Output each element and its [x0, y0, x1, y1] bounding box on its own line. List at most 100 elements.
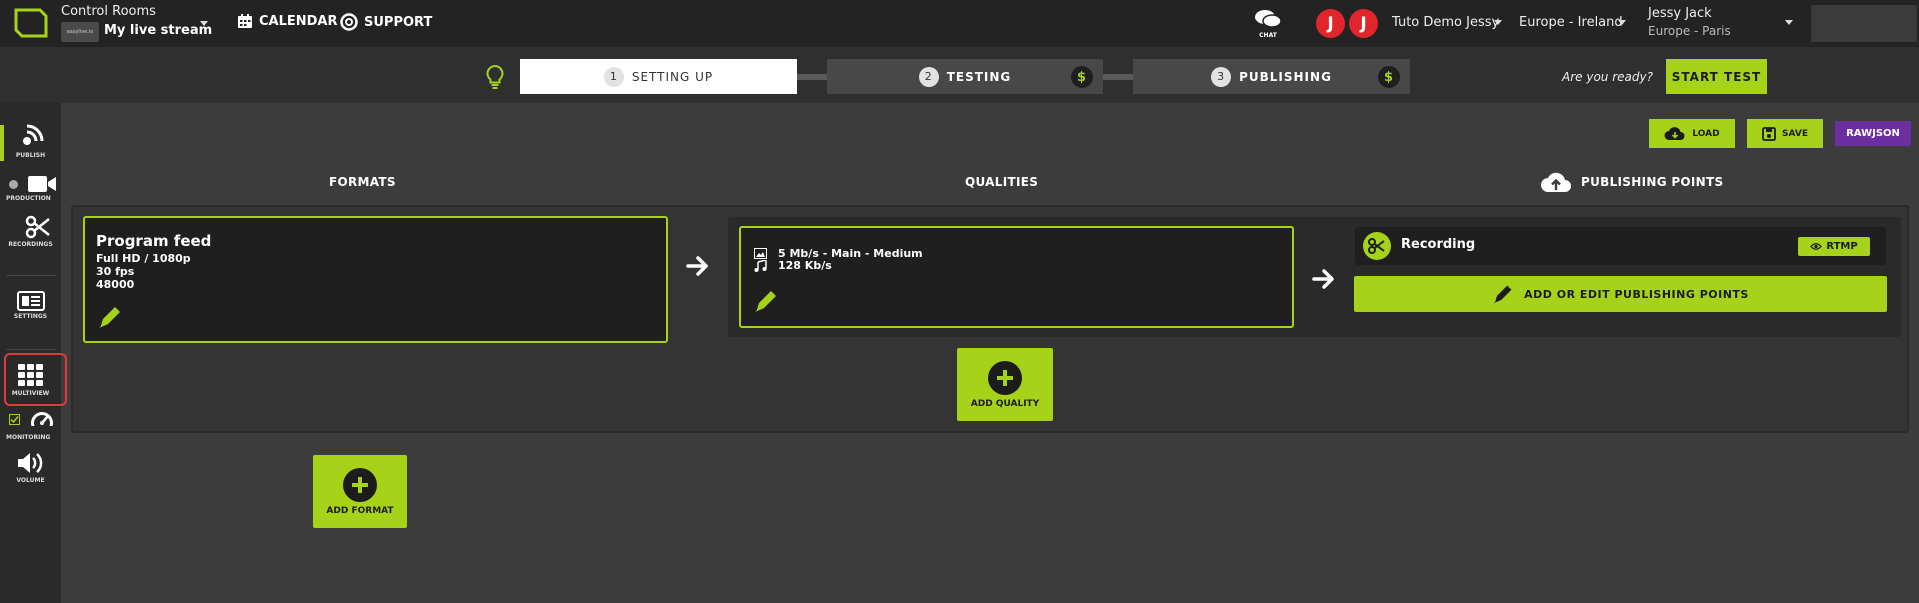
sidebar-item-label: MONITORING: [6, 434, 51, 441]
publishing-points-heading: PUBLISHING POINTS: [1581, 175, 1724, 189]
sidebar-item-label: PRODUCTION: [6, 195, 51, 202]
settings-panel-icon: [16, 291, 45, 311]
quality-card[interactable]: 5 Mb/s - Main - Medium 128 Kb/s: [739, 226, 1294, 328]
step-publishing[interactable]: 3 PUBLISHING $: [1133, 59, 1410, 94]
scissors-icon: [25, 215, 50, 239]
format-title: Program feed: [96, 232, 212, 250]
eye-icon: [1810, 243, 1823, 250]
arrow-right-icon: [686, 256, 708, 276]
stream-caret-icon[interactable]: [200, 21, 208, 26]
add-edit-label: ADD OR EDIT PUBLISHING POINTS: [1524, 287, 1749, 301]
rawjson-button[interactable]: RAWJSON: [1835, 121, 1911, 146]
user-location: Europe - Paris: [1648, 24, 1731, 38]
avatar[interactable]: J: [1316, 9, 1345, 38]
step-label: SETTING UP: [631, 69, 714, 84]
floppy-icon: [1762, 126, 1776, 141]
plus-icon: [343, 468, 377, 502]
status-dot: [9, 180, 18, 189]
add-quality-button[interactable]: ADD QUALITY: [957, 348, 1053, 421]
gauge-icon: [30, 412, 54, 434]
step-label: PUBLISHING: [1239, 69, 1332, 84]
broadcast-icon: [22, 124, 43, 145]
quality-audio: 128 Kb/s: [778, 259, 832, 272]
sidebar-item-recordings[interactable]: RECORDINGS: [0, 215, 61, 248]
volume-icon: [17, 453, 42, 473]
add-quality-label: ADD QUALITY: [970, 399, 1040, 409]
ready-prompt: Are you ready?: [1562, 70, 1653, 84]
chat-label: CHAT: [1259, 32, 1277, 39]
app-title: Control Rooms: [61, 4, 156, 19]
rtmp-badge[interactable]: RTMP: [1798, 237, 1870, 256]
region-selector[interactable]: Europe - Ireland: [1519, 15, 1623, 30]
edit-pencil-icon: [1493, 285, 1512, 304]
format-sample-rate: 48000: [96, 278, 135, 291]
stream-selector[interactable]: My live stream: [104, 23, 212, 38]
add-format-label: ADD FORMAT: [326, 506, 394, 516]
format-card[interactable]: Program feed Full HD / 1080p 30 fps 4800…: [83, 216, 668, 343]
load-button[interactable]: LOAD: [1649, 119, 1735, 148]
user-name[interactable]: Jessy Jack: [1648, 6, 1712, 21]
plus-icon: [988, 361, 1022, 395]
account-menu[interactable]: [1811, 5, 1917, 42]
chat-button[interactable]: CHAT: [1253, 8, 1283, 39]
qualities-heading: QUALITIES: [965, 175, 1039, 189]
sidebar-item-label: PUBLISH: [15, 152, 46, 159]
sidebar-item-volume[interactable]: VOLUME: [0, 451, 61, 484]
cloud-upload-icon: [1541, 172, 1571, 192]
support-label: SUPPORT: [364, 14, 433, 30]
publishing-point-row[interactable]: Recording RTMP: [1355, 227, 1886, 265]
edit-pencil-icon[interactable]: [753, 288, 779, 314]
calendar-link[interactable]: CALENDAR: [237, 13, 338, 29]
sidebar-item-label: RECORDINGS: [8, 241, 53, 248]
calendar-label: CALENDAR: [259, 13, 338, 29]
sidebar-item-production[interactable]: PRODUCTION: [0, 173, 61, 202]
avatar[interactable]: J: [1349, 9, 1378, 38]
edit-pencil-icon[interactable]: [97, 304, 123, 330]
step-testing[interactable]: 2 TESTING $: [827, 59, 1103, 94]
dollar-icon: $: [1378, 66, 1400, 88]
publishing-point-name: Recording: [1401, 237, 1476, 252]
step-setting-up[interactable]: 1 SETTING UP: [520, 59, 797, 94]
region-caret-icon[interactable]: [1618, 20, 1626, 25]
sidebar-divider: [6, 275, 56, 276]
format-resolution: Full HD / 1080p: [96, 252, 191, 265]
music-note-icon: [754, 260, 767, 272]
lightbulb-icon[interactable]: [485, 64, 505, 90]
app-logo-icon[interactable]: [12, 8, 48, 38]
user-caret-icon[interactable]: [1785, 20, 1793, 25]
start-test-button[interactable]: START TEST: [1666, 59, 1767, 94]
format-fps: 30 fps: [96, 265, 135, 278]
chat-icon: [1255, 10, 1282, 28]
image-icon: [754, 248, 767, 259]
sidebar-divider: [6, 349, 56, 350]
sidebar-item-publish[interactable]: PUBLISH: [0, 124, 61, 159]
video-camera-icon: [28, 176, 56, 192]
step-connector: [1103, 74, 1133, 80]
support-link[interactable]: SUPPORT: [340, 13, 432, 31]
save-label: SAVE: [1782, 128, 1808, 139]
sidebar-item-monitoring[interactable]: MONITORING: [0, 410, 61, 441]
step-connector: [797, 74, 827, 80]
step-number: 3: [1211, 66, 1232, 87]
add-edit-publishing-points-button[interactable]: ADD OR EDIT PUBLISHING POINTS: [1354, 276, 1887, 312]
workspace-caret-icon[interactable]: [1494, 20, 1502, 25]
recording-icon: [1363, 232, 1391, 260]
step-label: TESTING: [946, 69, 1012, 84]
add-format-button[interactable]: ADD FORMAT: [313, 455, 407, 528]
formats-heading: FORMATS: [329, 175, 396, 189]
save-button[interactable]: SAVE: [1747, 119, 1823, 148]
load-label: LOAD: [1692, 128, 1720, 139]
sidebar-item-label: SETTINGS: [13, 313, 48, 320]
sidebar-item-settings[interactable]: SETTINGS: [0, 291, 61, 320]
highlight-box: [4, 353, 67, 406]
rtmp-label: RTMP: [1826, 241, 1858, 252]
calendar-icon: [238, 14, 252, 28]
arrow-right-icon: [1312, 269, 1334, 289]
cloud-download-icon: [1664, 126, 1685, 140]
stream-logo: easylive.io: [61, 22, 99, 42]
checkbox-icon[interactable]: [9, 414, 20, 425]
dollar-icon: $: [1071, 66, 1093, 88]
step-number: 1: [603, 66, 624, 87]
workspace-selector[interactable]: Tuto Demo Jessy: [1392, 15, 1499, 30]
step-number: 2: [918, 66, 939, 87]
